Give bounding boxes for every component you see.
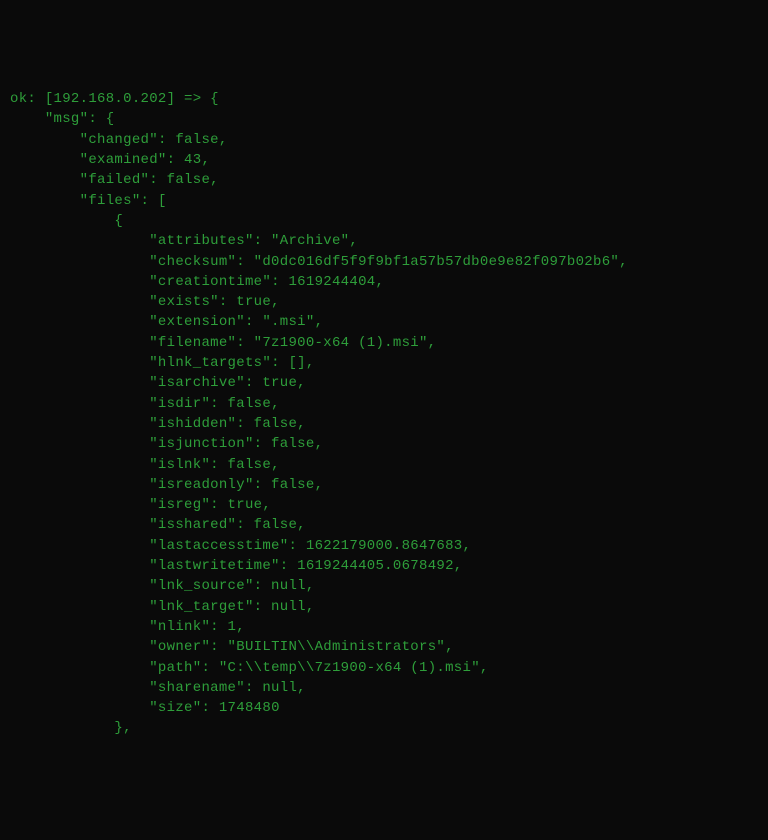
examined-line: "examined": 43, bbox=[10, 150, 758, 170]
sharename-line: "sharename": null, bbox=[10, 678, 758, 698]
changed-line: "changed": false, bbox=[10, 130, 758, 150]
file-close-line: }, bbox=[10, 718, 758, 738]
hlnk-targets-line: "hlnk_targets": [], bbox=[10, 353, 758, 373]
header-line: ok: [192.168.0.202] => { bbox=[10, 89, 758, 109]
ishidden-line: "ishidden": false, bbox=[10, 414, 758, 434]
isreg-line: "isreg": true, bbox=[10, 495, 758, 515]
file-open-line: { bbox=[10, 211, 758, 231]
extension-line: "extension": ".msi", bbox=[10, 312, 758, 332]
status-ok: ok bbox=[10, 91, 27, 107]
host-ip: [192.168.0.202] bbox=[45, 91, 176, 107]
exists-line: "exists": true, bbox=[10, 292, 758, 312]
failed-line: "failed": false, bbox=[10, 170, 758, 190]
isreadonly-line: "isreadonly": false, bbox=[10, 475, 758, 495]
arrow: => bbox=[184, 91, 201, 107]
msg-line: "msg": { bbox=[10, 109, 758, 129]
size-line: "size": 1748480 bbox=[10, 698, 758, 718]
isdir-line: "isdir": false, bbox=[10, 394, 758, 414]
filename-line: "filename": "7z1900-x64 (1).msi", bbox=[10, 333, 758, 353]
islnk-line: "islnk": false, bbox=[10, 455, 758, 475]
isarchive-line: "isarchive": true, bbox=[10, 373, 758, 393]
terminal-output: ok: [192.168.0.202] => { "msg": { "chang… bbox=[10, 89, 758, 739]
checksum-line: "checksum": "d0dc016df5f9f9bf1a57b57db0e… bbox=[10, 252, 758, 272]
attributes-line: "attributes": "Archive", bbox=[10, 231, 758, 251]
files-open-line: "files": [ bbox=[10, 191, 758, 211]
lastaccesstime-line: "lastaccesstime": 1622179000.8647683, bbox=[10, 536, 758, 556]
lnk-target-line: "lnk_target": null, bbox=[10, 597, 758, 617]
creationtime-line: "creationtime": 1619244404, bbox=[10, 272, 758, 292]
path-line: "path": "C:\\temp\\7z1900-x64 (1).msi", bbox=[10, 658, 758, 678]
isjunction-line: "isjunction": false, bbox=[10, 434, 758, 454]
owner-line: "owner": "BUILTIN\\Administrators", bbox=[10, 637, 758, 657]
isshared-line: "isshared": false, bbox=[10, 515, 758, 535]
lastwritetime-line: "lastwritetime": 1619244405.0678492, bbox=[10, 556, 758, 576]
nlink-line: "nlink": 1, bbox=[10, 617, 758, 637]
lnk-source-line: "lnk_source": null, bbox=[10, 576, 758, 596]
